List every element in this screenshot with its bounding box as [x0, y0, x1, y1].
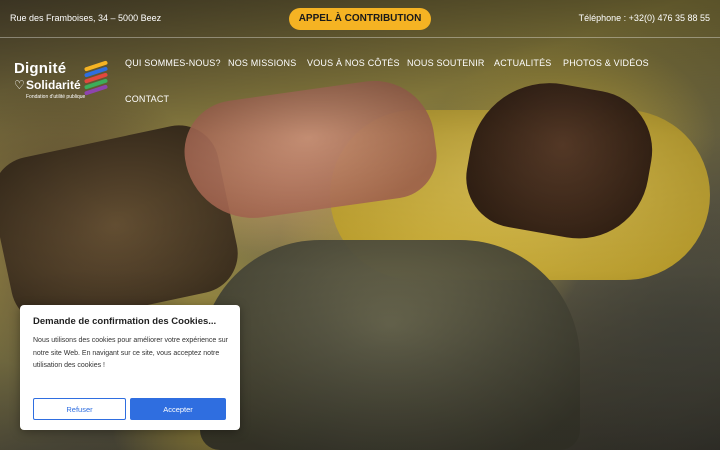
contribution-cta-button[interactable]: APPEL À CONTRIBUTION [289, 8, 431, 30]
address-text: Rue des Framboises, 34 – 5000 Beez [10, 13, 162, 23]
refuse-cookies-button[interactable]: Refuser [33, 398, 126, 420]
nav-item-vous-a-nos-cotes[interactable]: VOUS À NOS CÔTÉS [307, 58, 400, 68]
logo-tagline: Fondation d'utilité publique [26, 94, 86, 100]
nav-item-actualites[interactable]: ACTUALITÉS [494, 58, 552, 68]
phone-link[interactable]: Téléphone : +32(0) 476 35 88 55 [579, 13, 710, 23]
heart-icon: ♡ [14, 78, 25, 92]
nav-item-photos-videos[interactable]: PHOTOS & VIDÉOS [563, 58, 649, 68]
site-logo[interactable]: Dignité ♡ Solidarité Fondation d'utilité… [14, 60, 110, 104]
cookie-dialog-text: Nous utilisons des cookies pour améliore… [33, 337, 228, 369]
nav-item-nos-missions[interactable]: NOS MISSIONS [228, 58, 296, 68]
nav-item-nous-soutenir[interactable]: NOUS SOUTENIR [407, 58, 485, 68]
nav-item-contact[interactable]: CONTACT [125, 94, 169, 104]
logo-word-dignite: Dignité [14, 60, 67, 77]
nav-item-qui-sommes-nous[interactable]: QUI SOMMES-NOUS? [125, 58, 221, 68]
top-bar: Rue des Framboises, 34 – 5000 Beez APPEL… [0, 0, 720, 38]
accept-cookies-button[interactable]: Accepter [130, 398, 226, 420]
cookie-consent-dialog: Demande de confirmation des Cookies... N… [20, 305, 240, 430]
logo-word-solidarite: Solidarité [26, 78, 81, 92]
logo-stripes-icon [83, 60, 110, 96]
cookie-dialog-title: Demande de confirmation des Cookies... [33, 316, 217, 327]
